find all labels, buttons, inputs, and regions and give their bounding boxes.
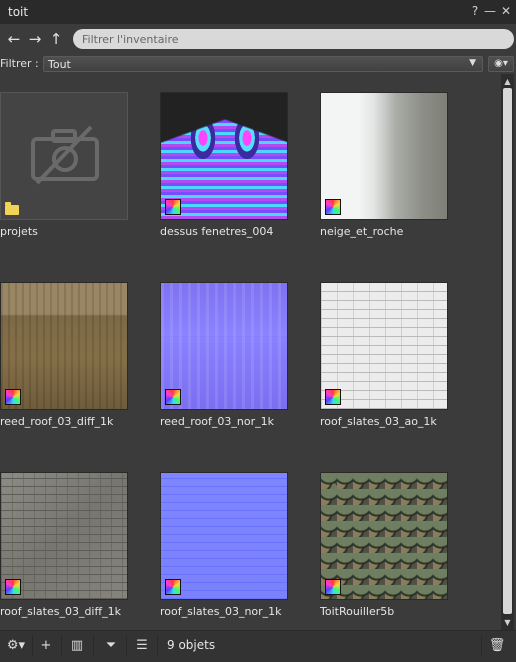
close-button[interactable]: ✕ [499, 4, 513, 18]
texture-thumbnail[interactable] [320, 472, 448, 600]
view-mode-button[interactable]: ▥ [67, 634, 87, 658]
item-label: reed_roof_03_nor_1k [160, 415, 275, 428]
gallery-icon: ▥ [70, 638, 84, 653]
gallery-item[interactable]: projets [0, 74, 160, 238]
chevron-down-icon: ▼ [469, 58, 476, 68]
filter-button[interactable]: ⏷ [101, 634, 121, 658]
texture-icon [325, 199, 341, 215]
item-label: roof_slates_03_diff_1k [0, 605, 121, 618]
forward-button[interactable]: → [26, 30, 44, 48]
texture-icon [5, 389, 21, 405]
scroll-down-arrow-icon[interactable]: ▼ [501, 617, 514, 628]
folder-icon [5, 202, 19, 215]
toolbar-divider [157, 635, 158, 657]
scroll-up-arrow-icon[interactable]: ▲ [501, 76, 514, 87]
texture-icon [165, 389, 181, 405]
settings-menu-button[interactable]: ⚙▾ [2, 634, 30, 658]
folder-thumbnail[interactable] [0, 92, 128, 220]
back-button[interactable]: ← [5, 30, 23, 48]
gear-icon: ⚙▾ [6, 638, 26, 653]
no-preview-camera-icon [31, 125, 99, 185]
visibility-button[interactable]: ◉▾ [488, 56, 514, 72]
minimize-button[interactable]: — [483, 4, 497, 18]
help-button[interactable]: ? [468, 4, 482, 18]
bottom-toolbar: ⚙▾ + ▥ ⏷ ☰ 9 objets 🗑 [0, 630, 516, 662]
gallery-item[interactable]: reed_roof_03_nor_1k [160, 264, 320, 428]
toolbar-divider [126, 635, 127, 657]
item-label: dessus fenetres_004 [160, 225, 274, 238]
texture-icon [5, 579, 21, 595]
item-label: roof_slates_03_ao_1k [320, 415, 437, 428]
filter-bar: Filtrer : Tout ▼ ◉▾ [0, 54, 516, 74]
texture-thumbnail[interactable] [160, 92, 288, 220]
gallery-item[interactable]: roof_slates_03_diff_1k [0, 454, 160, 618]
texture-thumbnail[interactable] [160, 472, 288, 600]
item-label: projets [0, 225, 38, 238]
texture-thumbnail[interactable] [0, 282, 128, 410]
gallery-item[interactable]: roof_slates_03_nor_1k [160, 454, 320, 618]
toolbar-divider [32, 635, 33, 657]
title-bar: toit ? — ✕ [0, 0, 516, 24]
trash-icon: 🗑 [488, 638, 506, 653]
filter-dropdown[interactable]: Tout ▼ [43, 56, 483, 72]
toolbar-divider [61, 635, 62, 657]
filter-selected-value: Tout [48, 58, 71, 71]
filter-label: Filtrer : [0, 57, 39, 70]
gallery-item[interactable]: ToitRouiller5b [320, 454, 480, 618]
item-label: reed_roof_03_diff_1k [0, 415, 114, 428]
eye-icon: ◉▾ [494, 58, 508, 69]
trash-button[interactable]: 🗑 [487, 634, 507, 658]
plus-icon: + [40, 638, 52, 653]
gallery-item[interactable]: roof_slates_03_ao_1k [320, 264, 480, 428]
texture-thumbnail[interactable] [320, 282, 448, 410]
toolbar-divider [93, 635, 94, 657]
funnel-icon: ⏷ [105, 638, 117, 653]
item-label: roof_slates_03_nor_1k [160, 605, 282, 618]
texture-thumbnail[interactable] [0, 472, 128, 600]
add-button[interactable]: + [36, 634, 56, 658]
up-folder-button[interactable]: ↑ [47, 30, 65, 48]
texture-icon [325, 579, 341, 595]
navigation-bar: ← → ↑ [0, 24, 516, 54]
gallery-item[interactable]: neige_et_roche [320, 74, 480, 238]
texture-icon [165, 579, 181, 595]
texture-icon [325, 389, 341, 405]
toolbar-divider [481, 635, 482, 657]
vertical-scrollbar[interactable]: ▲ ▼ [501, 74, 514, 630]
gallery-item[interactable]: reed_roof_03_diff_1k [0, 264, 160, 428]
inventory-gallery: projets dessus fenetres_004 neige_et_roc… [0, 74, 499, 630]
gallery-item[interactable]: dessus fenetres_004 [160, 74, 320, 238]
texture-thumbnail[interactable] [320, 92, 448, 220]
scrollbar-thumb[interactable] [503, 88, 512, 614]
sort-button[interactable]: ☰ [132, 634, 152, 658]
item-label: neige_et_roche [320, 225, 404, 238]
item-count: 9 objets [167, 638, 216, 652]
item-label: ToitRouiller5b [320, 605, 395, 618]
list-icon: ☰ [136, 638, 148, 653]
search-input[interactable] [73, 29, 514, 49]
texture-icon [165, 199, 181, 215]
texture-thumbnail[interactable] [160, 282, 288, 410]
window-title: toit [8, 5, 29, 19]
